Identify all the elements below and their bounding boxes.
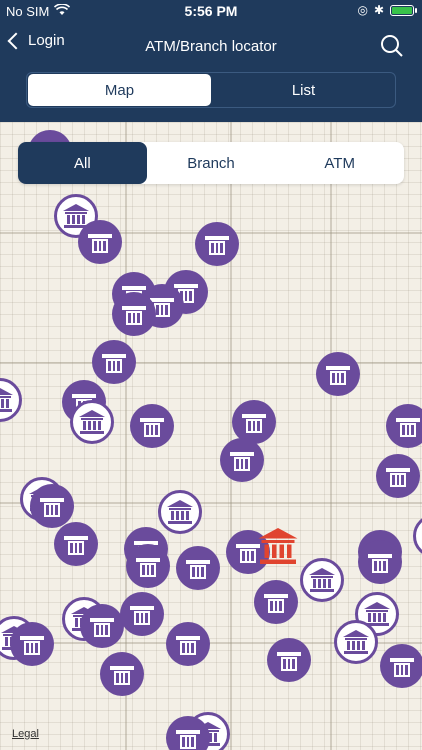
atm-pin[interactable] (80, 604, 124, 648)
atm-card-icon (204, 233, 230, 255)
atm-card-icon (135, 555, 161, 577)
atm-pin[interactable] (267, 638, 311, 682)
atm-card-icon (39, 495, 65, 517)
branch-pin[interactable] (0, 378, 22, 422)
view-toggle: Map List (26, 72, 396, 108)
atm-pin[interactable] (195, 222, 239, 266)
bluetooth-icon: ✱ (373, 3, 384, 17)
atm-card-icon (19, 633, 45, 655)
nav-bar: Login ATM/Branch locator (0, 26, 422, 66)
bank-building-icon (166, 499, 194, 525)
atm-card-icon (395, 415, 421, 437)
atm-card-icon (325, 363, 351, 385)
atm-pin[interactable] (176, 546, 220, 590)
filter-atm[interactable]: ATM (275, 142, 404, 184)
atm-pin[interactable] (112, 292, 156, 336)
atm-card-icon (109, 663, 135, 685)
atm-card-icon (185, 557, 211, 579)
atm-pin[interactable] (220, 438, 264, 482)
bank-building-icon (78, 409, 106, 435)
tab-map[interactable]: Map (28, 74, 211, 106)
status-bar: No SIM 5:56 PM ◎ ✱ (0, 0, 422, 22)
legal-link[interactable]: Legal (12, 728, 39, 740)
atm-pin[interactable] (254, 580, 298, 624)
atm-card-icon (89, 615, 115, 637)
atm-card-icon (241, 411, 267, 433)
atm-pin[interactable] (166, 622, 210, 666)
atm-card-icon (385, 465, 411, 487)
atm-card-icon (139, 415, 165, 437)
atm-pin[interactable] (54, 522, 98, 566)
atm-pin[interactable] (386, 404, 422, 448)
bank-building-icon (308, 567, 336, 593)
atm-pin[interactable] (130, 404, 174, 448)
bank-building-icon (0, 387, 14, 413)
branch-pin[interactable] (300, 558, 344, 602)
atm-pin[interactable] (10, 622, 54, 666)
atm-card-icon (263, 591, 289, 613)
atm-card-icon (229, 449, 255, 471)
atm-pin[interactable] (78, 220, 122, 264)
atm-card-icon (129, 603, 155, 625)
atm-pin[interactable] (92, 340, 136, 384)
atm-pin[interactable] (126, 544, 170, 588)
branch-pin[interactable] (158, 490, 202, 534)
search-icon[interactable] (380, 34, 404, 58)
atm-pin[interactable] (376, 454, 420, 498)
atm-card-icon (367, 551, 393, 573)
atm-card-icon (389, 655, 415, 677)
atm-card-icon (63, 533, 89, 555)
filter-branch[interactable]: Branch (147, 142, 276, 184)
bank-building-icon (342, 629, 370, 655)
atm-card-icon (87, 231, 113, 253)
branch-pin[interactable] (334, 620, 378, 664)
bank-building-icon (257, 526, 299, 566)
atm-card-icon (175, 727, 201, 749)
atm-pin[interactable] (380, 644, 422, 688)
app-header: No SIM 5:56 PM ◎ ✱ Login ATM/Branch loca… (0, 0, 422, 122)
location-lock-icon: ◎ (357, 3, 368, 17)
atm-card-icon (121, 303, 147, 325)
current-location-marker[interactable] (254, 522, 302, 570)
map-view[interactable]: All Branch ATM Legal (0, 122, 422, 750)
page-title: ATM/Branch locator (145, 38, 277, 55)
atm-pin[interactable] (30, 484, 74, 528)
atm-pin[interactable] (358, 540, 402, 584)
atm-pin[interactable] (316, 352, 360, 396)
atm-pin[interactable] (120, 592, 164, 636)
atm-card-icon (101, 351, 127, 373)
branch-pin[interactable] (70, 400, 114, 444)
atm-pin[interactable] (100, 652, 144, 696)
atm-card-icon (175, 633, 201, 655)
battery-icon (390, 4, 417, 16)
atm-card-icon (276, 649, 302, 671)
tab-list[interactable]: List (212, 73, 395, 107)
filter-bar: All Branch ATM (18, 142, 404, 184)
filter-all[interactable]: All (18, 142, 147, 184)
branch-pin[interactable] (413, 514, 422, 558)
